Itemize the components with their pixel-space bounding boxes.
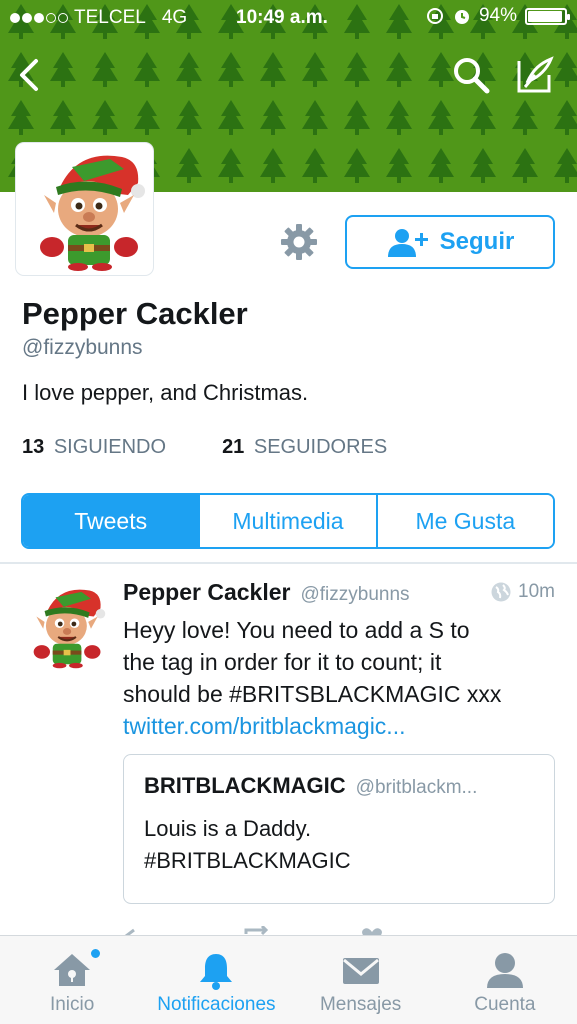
tabbar-home[interactable]: Inicio [0, 936, 144, 1024]
tweet-time-label: 10m [518, 581, 555, 602]
compose-button[interactable] [512, 52, 558, 98]
quoted-text-line: #BRITBLACKMAGIC [144, 848, 351, 873]
home-notification-dot [90, 948, 101, 959]
profile-tabs: Tweets Multimedia Me Gusta [21, 493, 555, 549]
battery-percent: 94% [478, 5, 517, 26]
tab-tweets[interactable]: Tweets [23, 495, 201, 547]
followers-label: SEGUIDORES [253, 436, 388, 458]
tweet-author-handle[interactable]: @fizzybunns [300, 584, 409, 606]
gear-icon [281, 224, 317, 260]
profile-name: Pepper Cackler [22, 296, 248, 331]
battery-icon [525, 7, 570, 25]
tab-multimedia[interactable]: Multimedia [200, 495, 378, 547]
tabbar-label: Cuenta [474, 994, 536, 1015]
add-user-icon [387, 229, 428, 257]
tweet-text-line: should be #BRITSBLACKMAGIC xxx [123, 681, 502, 707]
bottom-tab-bar: Inicio Notificaciones Mensajes Cuenta [0, 935, 577, 1024]
quoted-tweet-card[interactable]: BRITBLACKMAGIC @britblackm... Louis is a… [123, 754, 555, 904]
status-bar: TELCEL 4G 10:49 a.m. 94% [0, 0, 577, 36]
status-time: 10:49 a.m. [236, 7, 328, 28]
quoted-author-handle: @britblackm... [355, 777, 478, 798]
elf-avatar-image [33, 589, 106, 669]
tweet-timestamp: 10m [490, 581, 555, 603]
quoted-text-line: Louis is a Daddy. [144, 816, 312, 841]
tabbar-label: Mensajes [319, 994, 402, 1015]
tweet-text-line: Heyy love! You need to add a S to [123, 617, 470, 643]
chevron-left-icon [20, 59, 38, 91]
followers-count: 21 [222, 436, 245, 458]
tabbar-label: Inicio [49, 994, 95, 1015]
carrier-name: TELCEL [74, 7, 146, 28]
tweet-text-line: the tag in order for it to count; it [123, 649, 442, 675]
search-button[interactable] [448, 52, 494, 98]
tweet-author-name[interactable]: Pepper Cackler [123, 579, 290, 606]
tweet-link[interactable]: twitter.com/britblackmagic... [123, 710, 563, 742]
tabbar-label: Notificaciones [157, 994, 276, 1015]
envelope-icon [342, 958, 379, 984]
home-icon [54, 954, 91, 986]
follow-button-label: Seguir [439, 228, 515, 255]
globe-icon [491, 582, 511, 602]
quoted-author-name: BRITBLACKMAGIC [144, 773, 346, 798]
following-stat[interactable]: 13 SIGUIENDO [22, 436, 166, 459]
bell-icon [200, 954, 233, 990]
tweet-body: Heyy love! You need to add a S to the ta… [123, 614, 563, 742]
search-icon [454, 58, 490, 94]
tabbar-messages[interactable]: Mensajes [289, 936, 433, 1024]
tab-likes[interactable]: Me Gusta [377, 495, 553, 547]
tweet-header: Pepper Cackler @fizzybunns 10m [123, 579, 555, 606]
signal-strength-icon [10, 13, 68, 23]
network-type: 4G [161, 7, 188, 28]
following-count: 13 [22, 436, 45, 458]
following-label: SIGUIENDO [53, 436, 167, 458]
profile-handle: @fizzybunns [22, 336, 143, 359]
compose-tweet-icon [517, 56, 554, 93]
battery-fill [528, 10, 562, 22]
profile-avatar[interactable] [16, 143, 153, 275]
alarm-icon [454, 10, 469, 24]
profile-stats: 13 SIGUIENDO 21 SEGUIDORES [22, 436, 387, 459]
settings-button[interactable] [279, 222, 319, 262]
tabbar-notifications[interactable]: Notificaciones [144, 936, 288, 1024]
timeline-divider [0, 562, 577, 564]
back-button[interactable] [6, 52, 52, 98]
follow-button[interactable]: Seguir [345, 215, 555, 269]
profile-bio: I love pepper, and Christmas. [22, 380, 309, 405]
tweet-avatar[interactable] [20, 580, 108, 672]
elf-avatar-image [40, 155, 145, 271]
followers-stat[interactable]: 21 SEGUIDORES [222, 436, 387, 459]
tabbar-account[interactable]: Cuenta [433, 936, 577, 1024]
person-icon [486, 953, 523, 988]
rotation-lock-icon [426, 8, 443, 24]
